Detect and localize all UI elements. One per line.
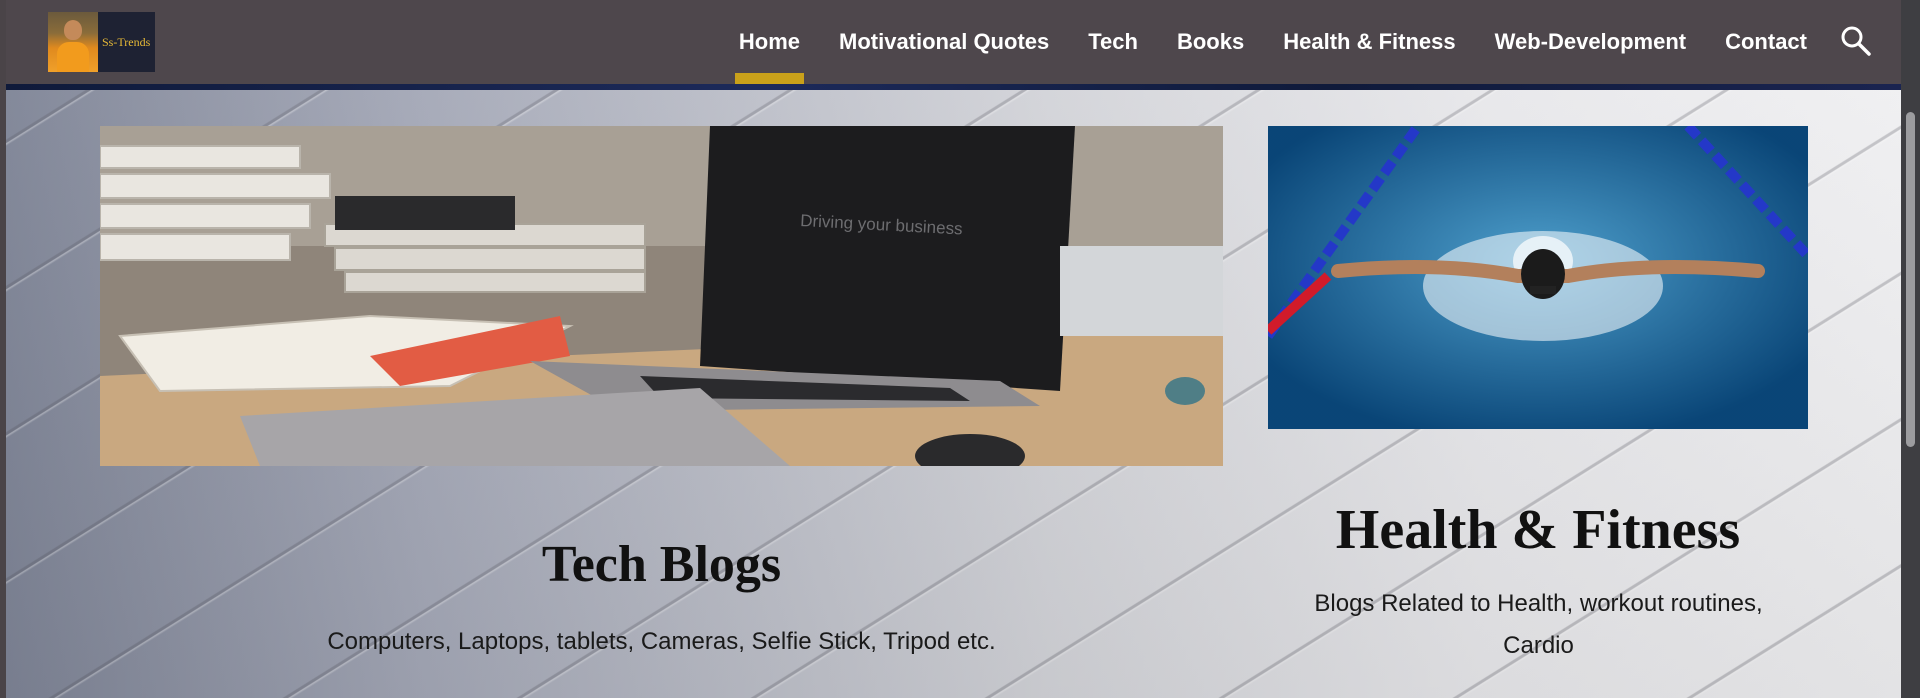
nav-item-web-development[interactable]: Web-Development	[1495, 0, 1687, 84]
swimmer-pool-photo	[1268, 126, 1808, 429]
nav-item-home[interactable]: Home	[734, 0, 805, 84]
nav-item-tech[interactable]: Tech	[1088, 0, 1138, 84]
tech-blogs-title[interactable]: Tech Blogs	[100, 535, 1223, 594]
nav-item-health-fitness[interactable]: Health & Fitness	[1283, 0, 1455, 84]
laptop-desk-photo: Driving your business	[100, 126, 1223, 466]
nav-item-books[interactable]: Books	[1177, 0, 1244, 84]
site-header: Ss-Trends Home Motivational Quotes Tech …	[6, 0, 1901, 84]
nav-item-motivational-quotes[interactable]: Motivational Quotes	[839, 0, 1049, 84]
logo-text: Ss-Trends	[102, 34, 151, 49]
main-nav: Home Motivational Quotes Tech Books Heal…	[700, 0, 1807, 84]
header-banner-strip	[6, 84, 1901, 90]
tech-blogs-description: Computers, Laptops, tablets, Cameras, Se…	[327, 628, 996, 655]
tech-blogs-image[interactable]: Driving your business	[100, 126, 1223, 466]
health-fitness-description: Blogs Related to Health, workout routine…	[1314, 590, 1763, 659]
health-fitness-title[interactable]: Health & Fitness	[1268, 498, 1808, 562]
logo-avatar	[48, 12, 98, 72]
browser-frame: Ss-Trends Home Motivational Quotes Tech …	[0, 0, 1920, 698]
vertical-scrollbar[interactable]	[1901, 0, 1920, 698]
nav-item-contact[interactable]: Contact	[1725, 0, 1807, 84]
page-content: Ss-Trends Home Motivational Quotes Tech …	[6, 0, 1901, 698]
health-fitness-image[interactable]	[1268, 126, 1808, 429]
scrollbar-thumb[interactable]	[1906, 112, 1915, 447]
site-logo[interactable]: Ss-Trends	[48, 12, 155, 72]
search-icon[interactable]	[1839, 24, 1873, 58]
